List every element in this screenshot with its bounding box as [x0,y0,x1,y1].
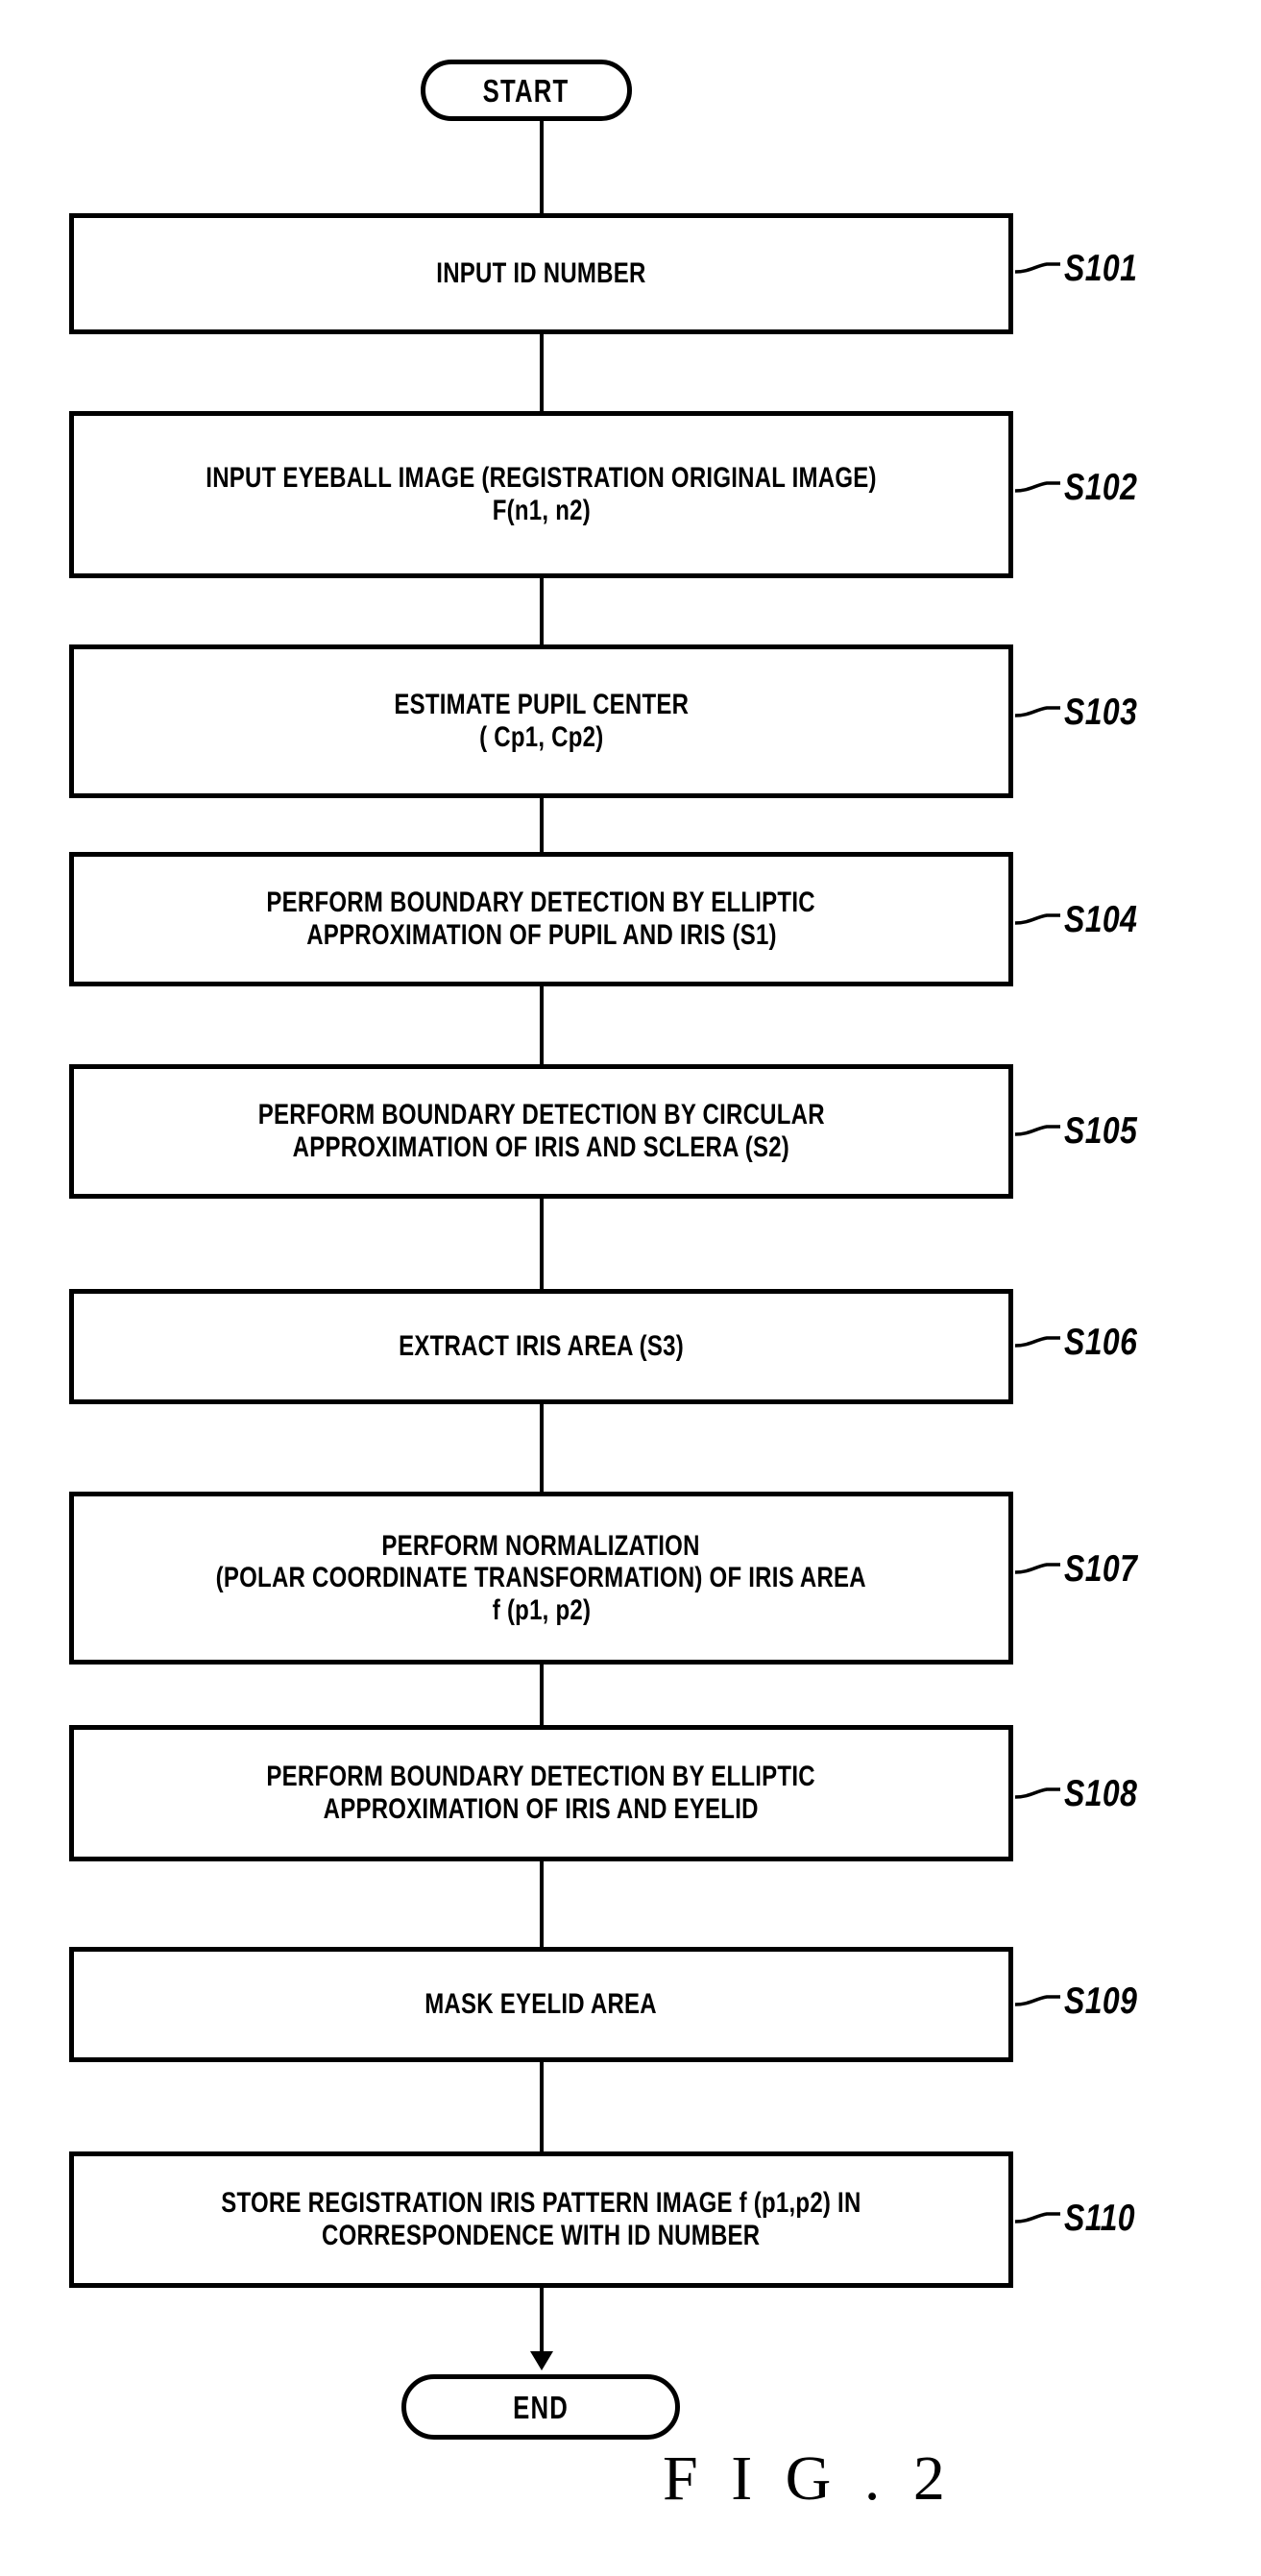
process-box-s106: EXTRACT IRIS AREA (S3) [69,1289,1013,1404]
step-id-s102: S102 [1064,467,1138,508]
connector-start-to-s101 [540,121,544,213]
process-box-s110: STORE REGISTRATION IRIS PATTERN IMAGE f … [69,2151,1013,2288]
process-line: STORE REGISTRATION IRIS PATTERN IMAGE f … [221,2187,861,2220]
process-line: F(n1, n2) [492,495,591,526]
process-box-s107: PERFORM NORMALIZATION (POLAR COORDINATE … [69,1492,1013,1665]
process-line: APPROXIMATION OF PUPIL AND IRIS (S1) [305,919,777,951]
step-id-s109: S109 [1064,1981,1138,2022]
process-box-s109: MASK EYELID AREA [69,1947,1013,2062]
connector-s110-to-end [540,2288,544,2355]
process-line: EXTRACT IRIS AREA (S3) [399,1330,684,1363]
process-line: INPUT EYEBALL IMAGE (REGISTRATION ORIGIN… [206,462,877,495]
process-box-s102: INPUT EYEBALL IMAGE (REGISTRATION ORIGIN… [69,411,1013,578]
process-line: f (p1, p2) [492,1593,591,1626]
process-line: (POLAR COORDINATE TRANSFORMATION) OF IRI… [215,1562,867,1594]
process-line: APPROXIMATION OF IRIS AND SCLERA (S2) [292,1131,790,1163]
step-id-s110: S110 [1064,2198,1135,2239]
connector-s108-to-s109 [540,1861,544,1947]
step-id-s104: S104 [1064,899,1138,940]
process-line: APPROXIMATION OF IRIS AND EYELID [323,1793,760,1825]
connector-s102-to-s103 [540,578,544,644]
connector-s104-to-s105 [540,986,544,1064]
process-line: PERFORM NORMALIZATION [381,1529,701,1562]
figure-caption: F I G . 2 [663,2443,954,2514]
process-line: MASK EYELID AREA [424,1988,658,2021]
flowchart-diagram: START INPUT ID NUMBER S101 INPUT EYEBALL… [0,0,1261,2576]
process-box-s104: PERFORM BOUNDARY DETECTION BY ELLIPTIC A… [69,852,1013,986]
arrowhead-to-end [530,2351,553,2370]
process-line: PERFORM BOUNDARY DETECTION BY ELLIPTIC [266,1761,816,1793]
step-id-s101: S101 [1064,248,1138,289]
process-line: PERFORM BOUNDARY DETECTION BY CIRCULAR [257,1099,825,1131]
process-box-s105: PERFORM BOUNDARY DETECTION BY CIRCULAR A… [69,1064,1013,1199]
step-id-s108: S108 [1064,1773,1138,1814]
process-line: CORRESPONDENCE WITH ID NUMBER [322,2220,761,2251]
step-id-s103: S103 [1064,692,1138,733]
process-box-s103: ESTIMATE PUPIL CENTER ( Cp1, Cp2) [69,644,1013,798]
terminal-end-label: END [513,2389,569,2425]
process-line: PERFORM BOUNDARY DETECTION BY ELLIPTIC [266,887,816,919]
connector-s105-to-s106 [540,1199,544,1289]
terminal-end: END [401,2374,680,2440]
connector-s101-to-s102 [540,334,544,411]
connector-s109-to-s110 [540,2062,544,2151]
terminal-start: START [421,60,632,121]
process-line: ( Cp1, Cp2) [478,721,604,753]
terminal-start-label: START [483,72,570,109]
step-id-s107: S107 [1064,1548,1138,1590]
process-box-s101: INPUT ID NUMBER [69,213,1013,334]
process-box-s108: PERFORM BOUNDARY DETECTION BY ELLIPTIC A… [69,1725,1013,1861]
step-id-s106: S106 [1064,1322,1138,1363]
process-line: ESTIMATE PUPIL CENTER [394,689,689,721]
connector-s107-to-s108 [540,1665,544,1725]
connector-s106-to-s107 [540,1404,544,1492]
step-id-s105: S105 [1064,1110,1138,1152]
connector-s103-to-s104 [540,798,544,852]
process-line: INPUT ID NUMBER [436,257,646,290]
